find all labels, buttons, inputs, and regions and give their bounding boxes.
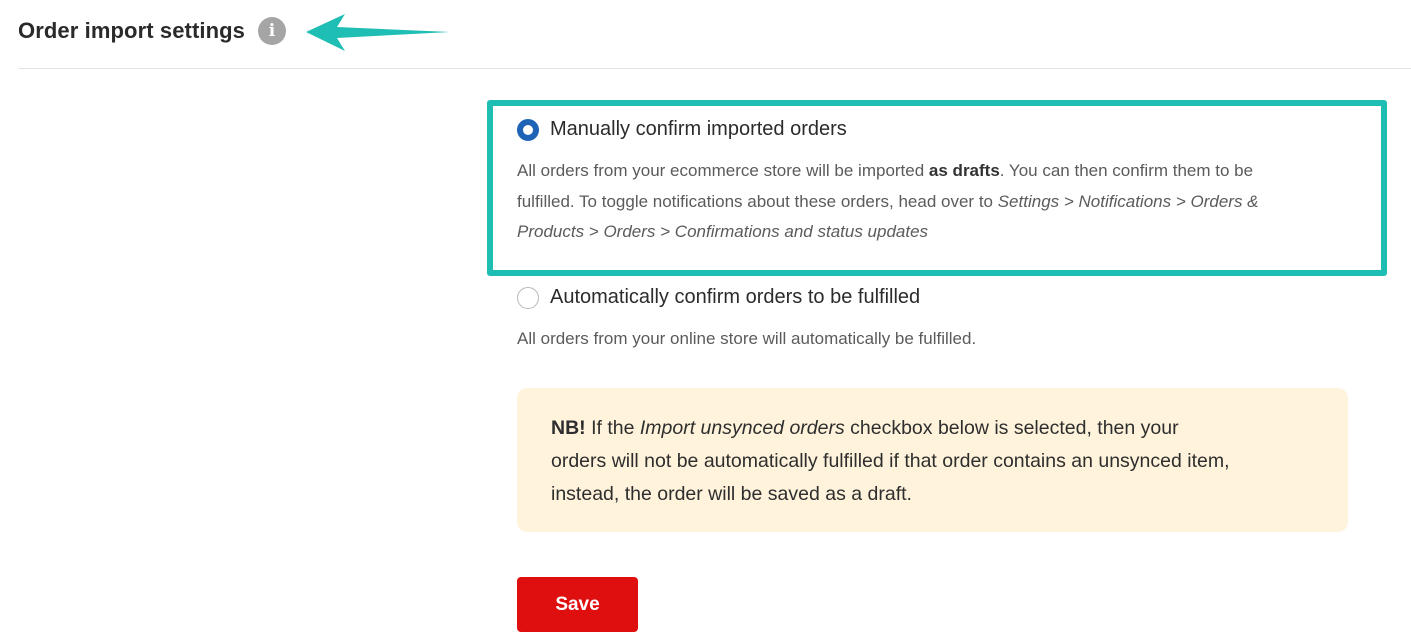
desc-path-text: Settings > Notifications > Orders & bbox=[997, 191, 1259, 211]
save-button[interactable]: Save bbox=[517, 577, 638, 632]
info-icon[interactable]: i bbox=[258, 17, 287, 45]
page-title: Order import settings bbox=[18, 18, 246, 43]
option-description-manual: All orders from your ecommerce store wil… bbox=[517, 156, 1259, 248]
notice-line-2: orders will not be automatically fulfill… bbox=[551, 450, 1230, 472]
header-divider bbox=[18, 68, 1411, 69]
radio-option-manual[interactable]: Manually confirm imported orders bbox=[517, 118, 847, 141]
desc-bold-text: as drafts bbox=[928, 161, 1000, 180]
notice-line-1: NB! If the Import unsynced orders checkb… bbox=[551, 412, 1318, 445]
notice-line-3: instead, the order will be saved as a dr… bbox=[551, 483, 912, 505]
radio-option-automatic[interactable]: Automatically confirm orders to be fulfi… bbox=[517, 286, 920, 309]
notice-text: If the bbox=[585, 417, 640, 439]
desc-path-text: Products > Orders > Confirmations and st… bbox=[517, 222, 929, 241]
notice-box: NB! If the Import unsynced orders checkb… bbox=[517, 388, 1348, 532]
desc-text: fulfilled. To toggle notifications about… bbox=[517, 191, 998, 211]
description-line-1: All orders from your ecommerce store wil… bbox=[517, 156, 1259, 187]
description-line-3: Products > Orders > Confirmations and st… bbox=[517, 217, 1259, 248]
option-label-manual: Manually confirm imported orders bbox=[550, 118, 847, 140]
notice-nb-label: NB! bbox=[551, 417, 586, 439]
description-line-2: fulfilled. To toggle notifications about… bbox=[517, 187, 1259, 218]
option-label-automatic: Automatically confirm orders to be fulfi… bbox=[550, 286, 921, 308]
settings-header: Order import settings i bbox=[18, 14, 287, 48]
desc-text: . You can then confirm them to be bbox=[999, 161, 1254, 180]
notice-text: checkbox below is selected, then your bbox=[844, 417, 1179, 439]
desc-text: All orders from your ecommerce store wil… bbox=[517, 161, 929, 180]
annotation-arrow-icon bbox=[306, 14, 450, 51]
option-description-automatic: All orders from your online store will a… bbox=[517, 329, 977, 348]
radio-button-unselected[interactable] bbox=[517, 286, 539, 309]
radio-button-selected[interactable] bbox=[517, 118, 539, 141]
notice-checkbox-name: Import unsynced orders bbox=[639, 417, 845, 439]
